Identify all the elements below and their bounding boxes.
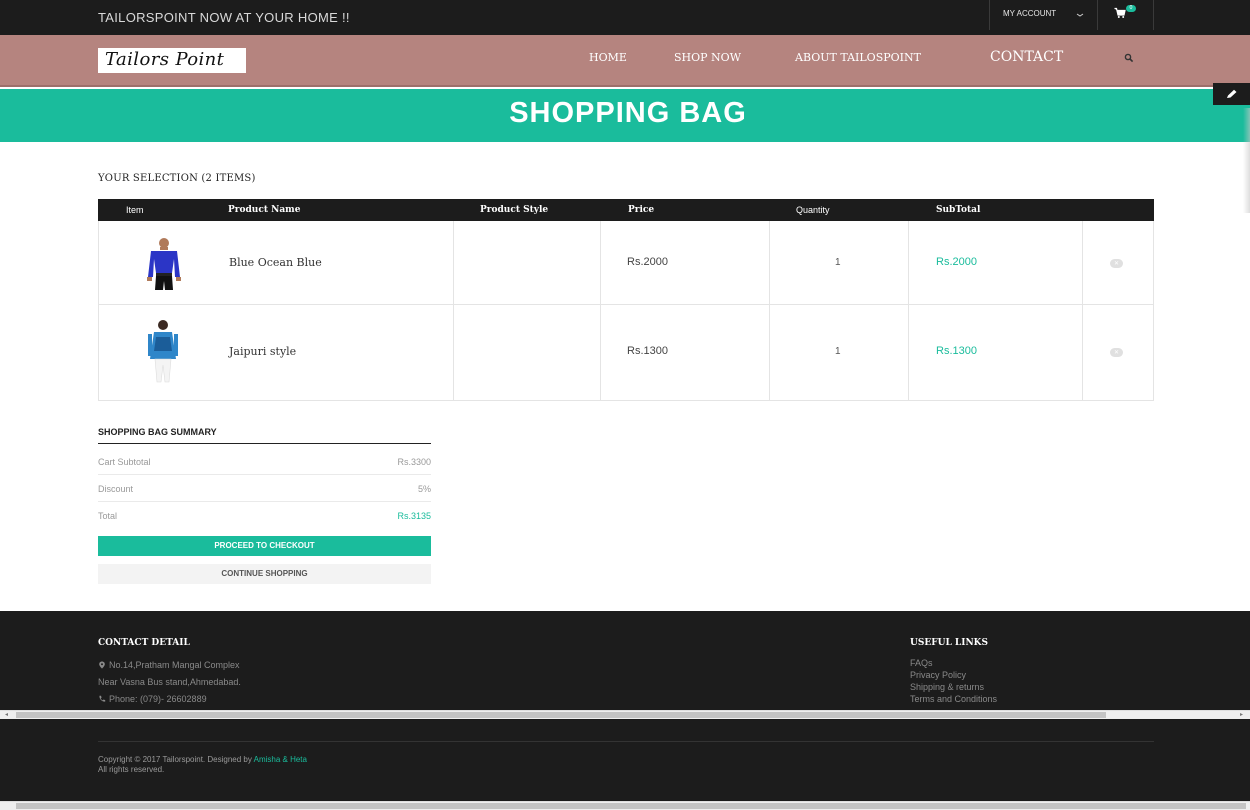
map-marker-icon <box>99 661 105 669</box>
col-product-style: Product Style <box>480 205 549 215</box>
search-icon[interactable] <box>1124 53 1134 63</box>
pencil-icon <box>1227 89 1237 98</box>
summary-label: Discount <box>98 484 134 494</box>
copyright: Copyright © 2017 Tailorspoint. Designed … <box>98 755 307 775</box>
column-divider <box>600 305 601 400</box>
product-subtotal: Rs.2000 <box>936 256 977 268</box>
cart-count-badge: 0 <box>1126 5 1136 12</box>
summary-row-subtotal: Cart Subtotal Rs.3300 <box>98 448 431 475</box>
page-title: SHOPPING BAG <box>509 97 747 129</box>
scrollbar-thumb[interactable] <box>16 803 1246 809</box>
product-subtotal: Rs.1300 <box>936 345 977 357</box>
col-quantity: Quantity <box>796 205 830 215</box>
link-terms[interactable]: Terms and Conditions <box>910 694 997 704</box>
product-quantity[interactable]: 1 <box>835 257 841 268</box>
proceed-to-checkout-button[interactable]: PROCEED TO CHECKOUT <box>98 536 431 556</box>
product-price: Rs.1300 <box>627 345 668 357</box>
logo[interactable]: Tailors Point <box>98 48 246 73</box>
col-price: Price <box>628 205 655 215</box>
product-name[interactable]: Jaipuri style <box>229 345 296 358</box>
footer-divider <box>98 741 1154 742</box>
product-name[interactable]: Blue Ocean Blue <box>229 256 322 269</box>
table-row: Blue Ocean Blue Rs.2000 1 Rs.2000 <box>98 221 1154 305</box>
summary-row-total: Total Rs.3135 <box>98 502 431 529</box>
column-divider <box>769 221 770 304</box>
tagline: TAILORSPOINT NOW AT YOUR HOME !! <box>98 10 350 25</box>
page: TAILORSPOINT NOW AT YOUR HOME !! MY ACCO… <box>0 0 1250 810</box>
side-panel-edge <box>1243 108 1250 213</box>
product-price: Rs.2000 <box>627 256 668 268</box>
summary-title: SHOPPING BAG SUMMARY <box>98 427 217 437</box>
my-account-label: MY ACCOUNT <box>1003 9 1057 18</box>
scroll-right-icon[interactable]: ▸ <box>1240 711 1243 719</box>
column-divider <box>1082 221 1083 304</box>
cart-icon <box>1114 7 1126 18</box>
column-divider <box>600 221 601 304</box>
remove-item-icon[interactable] <box>1110 348 1123 357</box>
col-item: Item <box>126 205 144 215</box>
col-subtotal: SubTotal <box>936 205 981 215</box>
summary-divider <box>98 443 431 444</box>
phone-icon <box>99 695 106 702</box>
col-product-name: Product Name <box>228 205 301 215</box>
phone-number: Phone: (079)- 26602889 <box>109 694 207 704</box>
selection-heading: YOUR SELECTION (2 ITEMS) <box>98 173 256 184</box>
column-divider <box>453 221 454 304</box>
scroll-left-icon[interactable]: ◂ <box>5 711 8 719</box>
product-image[interactable] <box>137 237 191 291</box>
main-header: Tailors Point HOME SHOP NOW ABOUT TAILOS… <box>0 35 1250 87</box>
summary-row-discount: Discount 5% <box>98 475 431 502</box>
customizer-toggle[interactable] <box>1213 83 1250 105</box>
useful-links-title: USEFUL LINKS <box>910 638 988 648</box>
nav-about[interactable]: ABOUT TAILOSPOINT <box>795 51 921 64</box>
designer-link[interactable]: Amisha & Heta <box>254 755 307 764</box>
address-line-2: Near Vasna Bus stand,Ahmedabad. <box>98 677 241 687</box>
summary-label: Total <box>98 511 118 521</box>
column-divider <box>1082 305 1083 400</box>
cart-button[interactable]: 0 <box>1098 0 1154 30</box>
nav-home[interactable]: HOME <box>589 51 627 64</box>
column-divider <box>908 221 909 304</box>
column-divider <box>453 305 454 400</box>
product-image[interactable] <box>143 319 183 385</box>
table-header: Item Product Name Product Style Price Qu… <box>98 199 1154 221</box>
summary-value: 5% <box>417 484 431 494</box>
copyright-text: Copyright © 2017 Tailorspoint. Designed … <box>98 755 252 764</box>
my-account-dropdown[interactable]: MY ACCOUNT <box>989 0 1098 30</box>
link-faqs[interactable]: FAQs <box>910 658 933 668</box>
horizontal-scrollbar[interactable]: ◂ ▸ <box>0 710 1250 719</box>
summary-value: Rs.3300 <box>397 457 431 467</box>
address-line-1: No.14,Pratham Mangal Complex <box>109 660 240 670</box>
nav-contact[interactable]: CONTACT <box>990 49 1063 65</box>
continue-shopping-button[interactable]: CONTINUE SHOPPING <box>98 564 431 584</box>
chevron-down-icon <box>1076 13 1084 17</box>
nav-shop-now[interactable]: SHOP NOW <box>674 51 741 64</box>
column-divider <box>769 305 770 400</box>
scrollbar-thumb[interactable] <box>16 712 1106 718</box>
horizontal-scrollbar[interactable] <box>0 801 1250 810</box>
contact-title: CONTACT DETAIL <box>98 638 190 648</box>
remove-item-icon[interactable] <box>1110 259 1123 268</box>
logo-text: Tailors Point <box>105 49 225 70</box>
top-bar: TAILORSPOINT NOW AT YOUR HOME !! MY ACCO… <box>0 0 1250 35</box>
summary-value: Rs.3135 <box>397 511 431 521</box>
link-shipping-returns[interactable]: Shipping & returns <box>910 682 984 692</box>
page-title-banner: SHOPPING BAG <box>0 89 1250 142</box>
link-privacy-policy[interactable]: Privacy Policy <box>910 670 966 680</box>
table-row: Jaipuri style Rs.1300 1 Rs.1300 <box>98 305 1154 401</box>
product-quantity[interactable]: 1 <box>835 346 841 357</box>
rights-text: All rights reserved. <box>98 765 165 774</box>
column-divider <box>908 305 909 400</box>
summary-label: Cart Subtotal <box>98 457 151 467</box>
